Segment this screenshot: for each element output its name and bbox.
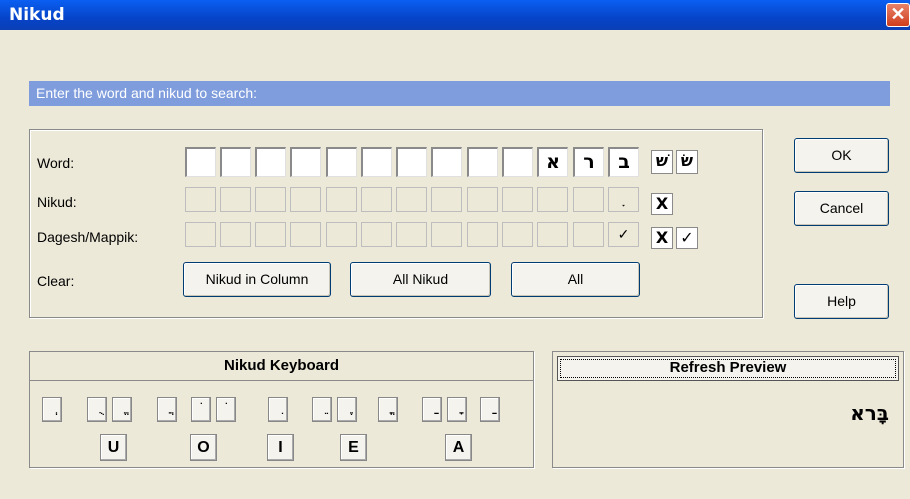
clear-all-nikud-button[interactable]: All Nikud [350,262,491,297]
nikud-key[interactable]: ֵ [312,397,332,422]
ok-button[interactable]: OK [794,138,889,173]
help-button[interactable]: Help [794,284,889,319]
nikud-cell[interactable] [361,187,392,212]
vowel-group-key[interactable]: A [445,434,472,461]
nikud-cell[interactable] [573,187,604,212]
dagesh-cell[interactable] [573,222,604,247]
dagesh-cell[interactable] [185,222,216,247]
dagesh-cell[interactable] [502,222,533,247]
dagesh-cell[interactable] [326,222,357,247]
nikud-key[interactable]: ֹ [216,397,236,422]
close-button[interactable]: ✕ [886,3,910,27]
dagesh-cell[interactable] [396,222,427,247]
title-bar: Nikud ✕ [0,0,910,30]
word-label: Word: [37,155,75,171]
word-letter-cell[interactable]: ר [573,147,604,177]
nikud-cell[interactable] [220,187,251,212]
word-letter-cell[interactable] [361,147,392,177]
word-letter-cell[interactable] [431,147,462,177]
nikud-key[interactable]: ְ [42,397,62,422]
nikud-key[interactable]: ַ [480,397,500,422]
instruction-text: Enter the word and nikud to search: [36,85,258,101]
word-letter-cell[interactable] [255,147,286,177]
word-letter-cell[interactable] [326,147,357,177]
nikud-cell[interactable]: ָ [608,187,639,212]
nikud-cell[interactable] [537,187,568,212]
nikud-key[interactable]: ַ [422,397,442,422]
dagesh-cell[interactable] [290,222,321,247]
clear-label: Clear: [37,273,75,289]
preview-panel: Refresh Preview בָּרא [552,351,904,468]
dagesh-check-icon[interactable]: ✓ [676,227,698,249]
vowel-group-key[interactable]: E [340,434,367,461]
word-letter-cell[interactable] [220,147,251,177]
refresh-preview-button[interactable]: Refresh Preview [557,356,899,381]
clear-all-button[interactable]: All [511,262,640,297]
dagesh-cell[interactable] [537,222,568,247]
vowel-group-key[interactable]: O [190,434,217,461]
nikud-key[interactable]: ֶ [337,397,357,422]
shin-dot-left-button[interactable]: שׂ [676,150,698,174]
nikud-cell[interactable] [467,187,498,212]
dagesh-cell[interactable] [467,222,498,247]
nikud-cell[interactable] [396,187,427,212]
nikud-key[interactable]: ֳ [378,397,398,422]
clear-nikud-icon[interactable]: X [651,193,673,215]
word-letter-cell[interactable] [290,147,321,177]
shin-dot-right-button[interactable]: שׁ [651,150,673,174]
preview-word: בָּרא [850,401,889,425]
nikud-key[interactable]: ֲ [157,397,177,422]
nikud-cell[interactable] [326,187,357,212]
nikud-cell[interactable] [255,187,286,212]
close-icon: ✕ [890,4,906,24]
nikud-cell[interactable] [290,187,321,212]
nikud-cell[interactable] [431,187,462,212]
dagesh-cell[interactable] [431,222,462,247]
nikud-key[interactable]: ֻ [87,397,107,422]
word-letter-cell[interactable] [185,147,216,177]
instruction-banner: Enter the word and nikud to search: [29,81,890,106]
nikud-cell[interactable] [502,187,533,212]
nikud-keyboard-title: Nikud Keyboard [30,352,533,381]
nikud-key[interactable]: ֹ [191,397,211,422]
dagesh-label: Dagesh/Mappik: [37,229,139,245]
nikud-label: Nikud: [37,194,77,210]
word-letter-cell[interactable]: ב [608,147,639,177]
window-title: Nikud [9,5,65,25]
cancel-button[interactable]: Cancel [794,191,889,226]
dagesh-cell[interactable]: ✓ [608,222,639,247]
nikud-key[interactable]: ֱ [112,397,132,422]
dagesh-cell[interactable] [361,222,392,247]
word-letter-cell[interactable] [502,147,533,177]
vowel-group-key[interactable]: I [267,434,294,461]
nikud-key[interactable]: ִ [268,397,288,422]
clear-nikud-in-column-button[interactable]: Nikud in Column [183,262,331,297]
word-letter-cell[interactable]: א [537,147,568,177]
word-letter-cell[interactable] [396,147,427,177]
vowel-group-key[interactable]: U [100,434,127,461]
dagesh-cell[interactable] [255,222,286,247]
dagesh-cell[interactable] [220,222,251,247]
word-letter-cell[interactable] [467,147,498,177]
nikud-cell[interactable] [185,187,216,212]
clear-dagesh-icon[interactable]: X [651,227,673,249]
nikud-key[interactable]: ָ [447,397,467,422]
